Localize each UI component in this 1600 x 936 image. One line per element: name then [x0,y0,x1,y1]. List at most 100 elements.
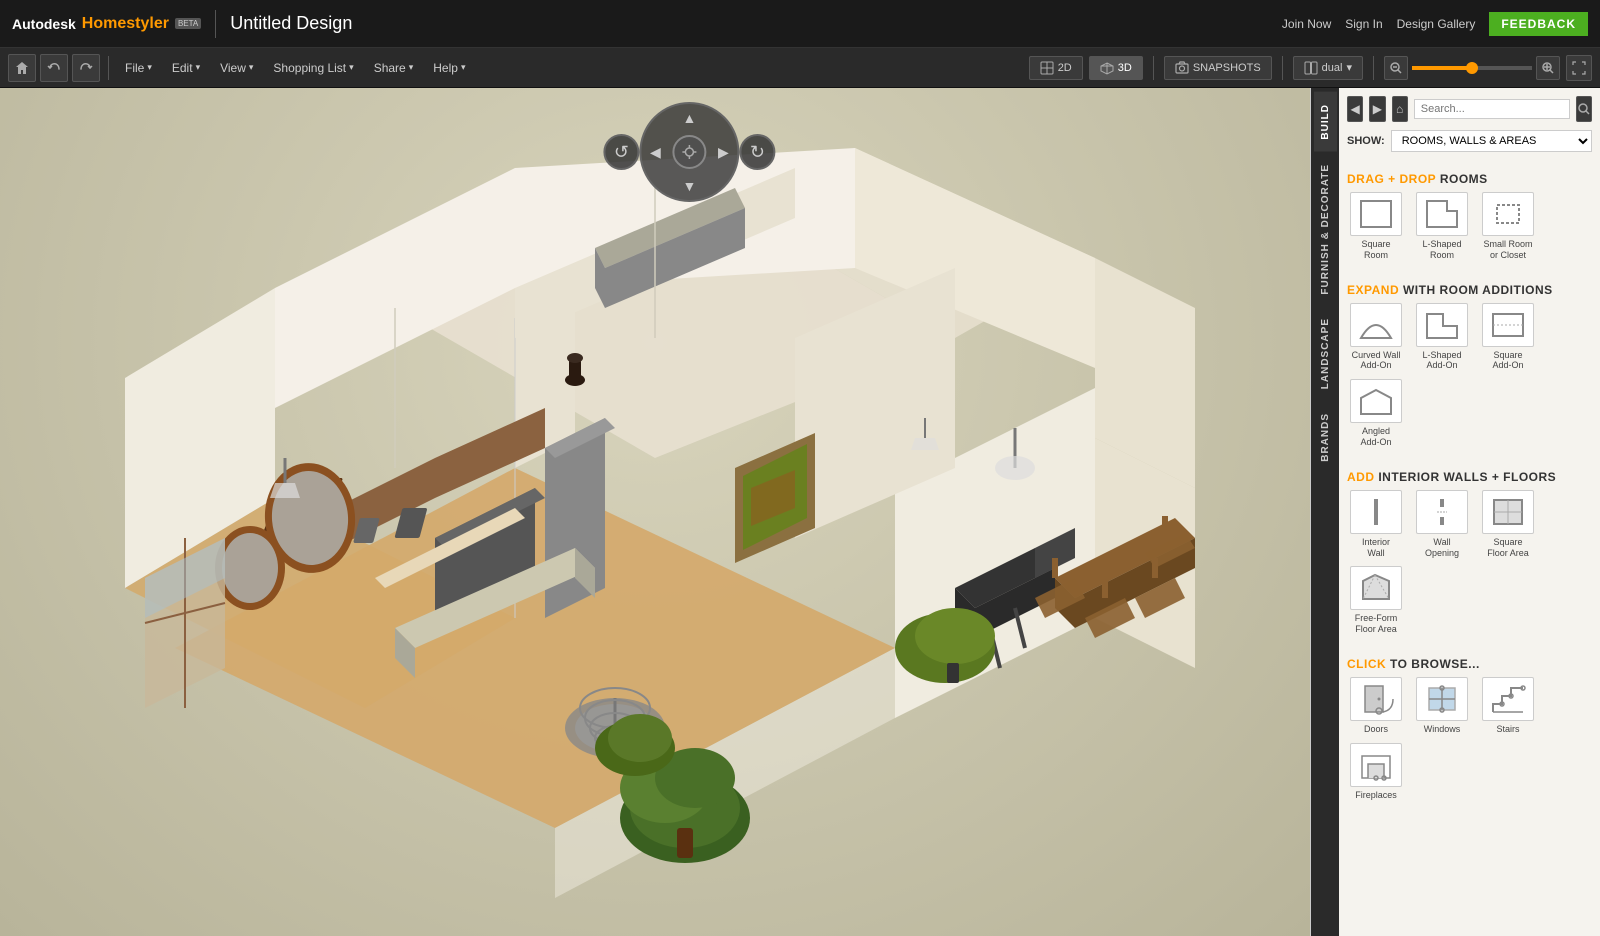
square-room-icon [1350,192,1402,236]
design-gallery-link[interactable]: Design Gallery [1397,17,1476,31]
fullscreen-button[interactable] [1566,55,1592,81]
toolbar-separator-1 [108,56,109,80]
square-addon-card[interactable]: SquareAdd-On [1479,303,1537,372]
l-shaped-room-card[interactable]: L-ShapedRoom [1413,192,1471,261]
small-room-icon [1482,192,1534,236]
panel-home-button[interactable]: ⌂ [1392,96,1408,122]
join-now-link[interactable]: Join Now [1282,17,1331,31]
l-shaped-addon-label: L-ShapedAdd-On [1422,350,1461,372]
angled-addon-card[interactable]: AngledAdd-On [1347,379,1405,448]
topbar: Autodesk Homestyler BETA Untitled Design… [0,0,1600,48]
l-shaped-addon-card[interactable]: L-ShapedAdd-On [1413,303,1471,372]
section-walls: ADD INTERIOR WALLS + FLOORS [1347,470,1592,484]
pan-down-button[interactable]: ▼ [679,176,699,196]
curved-wall-icon [1350,303,1402,347]
edit-menu[interactable]: Edit▾ [164,57,208,79]
walls-items-grid: InteriorWall WallOpening [1347,490,1592,635]
interior-wall-card[interactable]: InteriorWall [1347,490,1405,559]
beta-badge: BETA [175,18,201,29]
fireplaces-icon [1350,743,1402,787]
angled-addon-label: AngledAdd-On [1360,426,1391,448]
main-area: ↺ ▲ ▼ ◀ ▶ ↻ [0,88,1600,936]
zoom-bar [1384,56,1560,80]
square-floor-icon [1482,490,1534,534]
feedback-button[interactable]: FEEDBACK [1489,12,1588,36]
panel-search-input[interactable] [1414,99,1570,119]
vtab-furnish[interactable]: FURNISH & DECORATE [1314,152,1337,307]
pan-right-button[interactable]: ▶ [713,142,733,162]
view-menu[interactable]: View▾ [212,57,261,79]
panel-forward-button[interactable]: ▶ [1369,96,1385,122]
windows-card[interactable]: Windows [1413,677,1471,735]
pan-center[interactable] [672,135,706,169]
panel-back-button[interactable]: ◀ [1347,96,1363,122]
room-items-grid: SquareRoom L-ShapedRoom [1347,192,1592,261]
vtab-landscape[interactable]: LANDSCAPE [1314,306,1337,401]
small-room-label: Small Roomor Closet [1483,239,1532,261]
wall-opening-label: WallOpening [1425,537,1459,559]
section-browse: CLICK TO BROWSE... [1347,657,1592,671]
wall-opening-icon [1416,490,1468,534]
section-drag-drop: DRAG + DROP ROOMS [1347,172,1592,186]
square-room-card[interactable]: SquareRoom [1347,192,1405,261]
file-menu[interactable]: File▾ [117,57,160,79]
brand: Autodesk Homestyler BETA [12,15,201,33]
sign-in-link[interactable]: Sign In [1345,17,1382,31]
doors-icon [1350,677,1402,721]
design-title: Untitled Design [230,13,352,34]
vertical-tabs: BUILD FURNISH & DECORATE LANDSCAPE BRAND… [1311,88,1339,936]
toolbar-right: 2D 3D SNAPSHOTS dual▾ [1029,55,1592,81]
stairs-icon [1482,677,1534,721]
square-addon-label: SquareAdd-On [1492,350,1523,372]
doors-label: Doors [1364,724,1388,735]
2d-view-button[interactable]: 2D [1029,56,1083,80]
fireplaces-label: Fireplaces [1355,790,1397,801]
show-dropdown[interactable]: ROOMS, WALLS & AREAS FLOOR PLAN ALL ITEM… [1391,130,1592,152]
pan-up-button[interactable]: ▲ [679,108,699,128]
navigation-controls: ↺ ▲ ▼ ◀ ▶ ↻ [603,102,775,202]
doors-card[interactable]: Doors [1347,677,1405,735]
undo-button[interactable] [40,54,68,82]
share-menu[interactable]: Share▾ [366,57,422,79]
3d-view-button[interactable]: 3D [1089,56,1143,80]
rotate-right-button[interactable]: ↻ [739,134,775,170]
l-shaped-room-icon [1416,192,1468,236]
toolbar-separator-4 [1373,56,1374,80]
show-label: SHOW: [1347,135,1385,147]
panel-search-button[interactable] [1576,96,1592,122]
freeform-floor-card[interactable]: Free-FormFloor Area [1347,566,1405,635]
canvas[interactable]: ↺ ▲ ▼ ◀ ▶ ↻ [0,88,1310,936]
vtab-build[interactable]: BUILD [1314,92,1337,152]
square-room-label: SquareRoom [1361,239,1390,261]
help-menu[interactable]: Help▾ [425,57,473,79]
panel-header: ◀ ▶ ⌂ [1347,96,1592,122]
room-scene [0,88,1310,936]
toolbar: File▾ Edit▾ View▾ Shopping List▾ Share▾ … [0,48,1600,88]
toolbar-separator-3 [1282,56,1283,80]
wall-opening-card[interactable]: WallOpening [1413,490,1471,559]
autodesk-label: Autodesk [12,16,76,32]
interior-wall-icon [1350,490,1402,534]
vtab-brands[interactable]: BRANDS [1314,401,1337,474]
home-button[interactable] [8,54,36,82]
zoom-out-button[interactable] [1384,56,1408,80]
zoom-slider[interactable] [1412,66,1532,70]
windows-icon [1416,677,1468,721]
pan-ring[interactable]: ▲ ▼ ◀ ▶ [639,102,739,202]
rotate-left-button[interactable]: ↺ [603,134,639,170]
stairs-card[interactable]: Stairs [1479,677,1537,735]
small-room-card[interactable]: Small Roomor Closet [1479,192,1537,261]
toolbar-separator-2 [1153,56,1154,80]
square-floor-card[interactable]: SquareFloor Area [1479,490,1537,559]
right-panel: BUILD FURNISH & DECORATE LANDSCAPE BRAND… [1310,88,1600,936]
shopping-list-menu[interactable]: Shopping List▾ [265,57,361,79]
curved-wall-card[interactable]: Curved WallAdd-On [1347,303,1405,372]
freeform-floor-label: Free-FormFloor Area [1355,613,1398,635]
zoom-in-button[interactable] [1536,56,1560,80]
dual-view-button[interactable]: dual▾ [1293,56,1363,80]
pan-left-button[interactable]: ◀ [645,142,665,162]
square-addon-icon [1482,303,1534,347]
redo-button[interactable] [72,54,100,82]
snapshots-button[interactable]: SNAPSHOTS [1164,56,1272,80]
fireplaces-card[interactable]: Fireplaces [1347,743,1405,801]
